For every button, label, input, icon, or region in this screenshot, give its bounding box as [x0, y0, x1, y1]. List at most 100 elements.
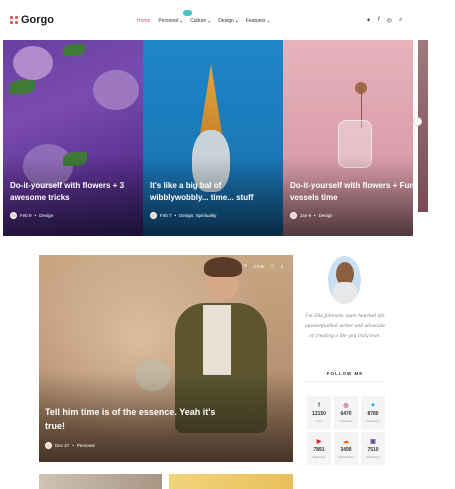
pineapple-leaves-decoration [200, 64, 222, 134]
post-date: Dec 27 [55, 443, 70, 448]
header-social-icons: ✦ f ◎ ⌕ [366, 17, 402, 24]
person-hair-decoration [204, 257, 242, 277]
instagram-icon: ◎ [343, 403, 349, 409]
meta-separator: • [34, 213, 37, 218]
slide-title[interactable]: Do-it-yourself with flowers + Fun vessel… [290, 180, 413, 204]
social-label: Subscribers [338, 455, 354, 459]
reading-time: 2 min [253, 263, 265, 269]
nav-label: Features [245, 18, 266, 24]
social-count: 7891 [313, 447, 325, 453]
nav-item-personal[interactable]: Personal ▾ [158, 18, 182, 24]
social-label: Followers [366, 419, 380, 423]
chevron-down-icon: ▾ [267, 18, 270, 24]
carousel-slide[interactable]: It's like a big bal of wibblywobbly... t… [143, 40, 283, 236]
post-stats: ☀ 2 min ▢ 2 [243, 263, 283, 269]
social-cell-facebook[interactable]: f 12150 Likes [307, 396, 331, 429]
site-logo[interactable]: Gorgo [10, 14, 54, 26]
author-bio: I'm Ella Johnson; open-hearted life pass… [304, 314, 386, 339]
twitter-icon[interactable]: ✦ [366, 17, 371, 24]
next-slide-peek [418, 40, 428, 212]
social-label: Followers [366, 455, 380, 459]
divider [304, 381, 386, 382]
slide-meta: Feb 9 • Design [10, 212, 53, 219]
facebook-icon[interactable]: f [378, 17, 380, 24]
twitter-icon: ✦ [370, 403, 376, 409]
search-icon[interactable]: ⌕ [399, 17, 402, 24]
social-cell-youtube[interactable]: ▶ 7891 Followers [307, 432, 331, 465]
slide-title[interactable]: It's like a big bal of wibblywobbly... t… [150, 180, 276, 204]
social-label: Followers [339, 419, 353, 423]
nav-item-home[interactable]: Home [137, 18, 150, 24]
featured-carousel: Do-it-yourself with flowers + 3 awesome … [3, 40, 413, 236]
nav-label: Culture [190, 18, 207, 24]
nav-item-design[interactable]: Design ▾ [218, 18, 238, 24]
avatar [290, 212, 297, 219]
flower-decoration [13, 46, 53, 80]
meta-separator: • [174, 213, 177, 218]
nav-item-features[interactable]: Features ▾ [246, 18, 270, 24]
avatar [150, 212, 157, 219]
social-count: 3490 [340, 447, 352, 453]
post-thumbnail[interactable] [169, 474, 293, 489]
leaf-decoration [63, 44, 85, 56]
comment-count: 2 [280, 263, 283, 269]
chevron-down-icon: ▾ [180, 18, 183, 24]
social-label: Followers [312, 455, 326, 459]
author-body-decoration [333, 282, 357, 304]
chevron-down-icon: ▾ [235, 18, 238, 24]
author-avatar [328, 256, 361, 304]
slide-title[interactable]: Do-it-yourself with flowers + 3 awesome … [10, 180, 136, 204]
flower-decoration [93, 70, 139, 110]
slide-date: Jan 9 [300, 213, 312, 218]
featured-post-title[interactable]: Tell him time is of the essence. Yeah it… [45, 405, 225, 433]
logo-mark-icon [10, 16, 18, 24]
comment-icon: ▢ [270, 263, 275, 268]
social-count: 8780 [367, 411, 379, 417]
nav-label: Home [137, 18, 151, 24]
slide-category[interactable]: Design, Spirituality [179, 213, 216, 218]
featured-post-card[interactable]: ☀ 2 min ▢ 2 Tell him time is of the esse… [39, 255, 293, 462]
social-count: 6470 [340, 411, 352, 417]
logo-text: Gorgo [21, 14, 54, 26]
social-cell-soundcloud[interactable]: ☁ 3490 Subscribers [334, 432, 358, 465]
social-count: 7510 [367, 447, 379, 453]
social-label: Likes [315, 418, 323, 423]
carousel-slide[interactable]: Do-it-yourself with flowers + 3 awesome … [3, 40, 143, 236]
nav-item-culture[interactable]: Culture ▾ [190, 18, 210, 24]
carousel-slide[interactable]: Do-it-yourself with flowers + Fun vessel… [283, 40, 413, 236]
featured-post-meta: Dec 27 • Personal [45, 442, 95, 449]
leaf-decoration [9, 80, 35, 94]
post-category[interactable]: Personal [77, 443, 95, 448]
slide-date: Feb 9 [20, 213, 32, 218]
slide-date: Feb 7 [160, 213, 172, 218]
slide-category[interactable]: Design [39, 213, 53, 218]
nav-label: Personal [158, 18, 179, 24]
facebook-icon: f [318, 402, 320, 409]
avatar [10, 212, 17, 219]
nav-label: Design [218, 18, 234, 24]
person-shirt-decoration [203, 305, 231, 375]
instagram-icon[interactable]: ◎ [387, 17, 392, 24]
meta-separator: • [72, 443, 74, 448]
reading-time-icon: ☀ [243, 263, 248, 268]
meta-separator: • [314, 213, 316, 218]
social-count: 12150 [312, 410, 326, 417]
main-nav: Home Personal ▾ Culture ▾ Design ▾ Features… [137, 18, 270, 24]
follow-heading: FOLLOW ME [326, 371, 364, 376]
chevron-down-icon: ▾ [208, 18, 211, 24]
site-header: Gorgo Home Personal ▾ Culture ▾ Design ▾ Fe… [0, 0, 413, 40]
social-cell-twitter[interactable]: ✦ 8780 Followers [361, 396, 385, 429]
twitch-icon: ▣ [370, 439, 376, 445]
social-follow-grid: f 12150 Likes ◎ 6470 Followers ✦ 8780 Fo… [307, 396, 385, 465]
slide-meta: Feb 7 • Design, Spirituality [150, 212, 216, 219]
nav-indicator-icon [183, 10, 192, 16]
social-cell-instagram[interactable]: ◎ 6470 Followers [334, 396, 358, 429]
slide-category[interactable]: Design [319, 213, 333, 218]
slide-meta: Jan 9 • Design [290, 212, 333, 219]
carousel-next-arrow-icon[interactable]: › [413, 117, 422, 126]
soundcloud-icon: ☁ [343, 439, 349, 445]
avatar [45, 442, 52, 449]
social-cell-twitch[interactable]: ▣ 7510 Followers [361, 432, 385, 465]
post-thumbnail[interactable] [39, 474, 162, 489]
youtube-icon: ▶ [316, 439, 322, 445]
